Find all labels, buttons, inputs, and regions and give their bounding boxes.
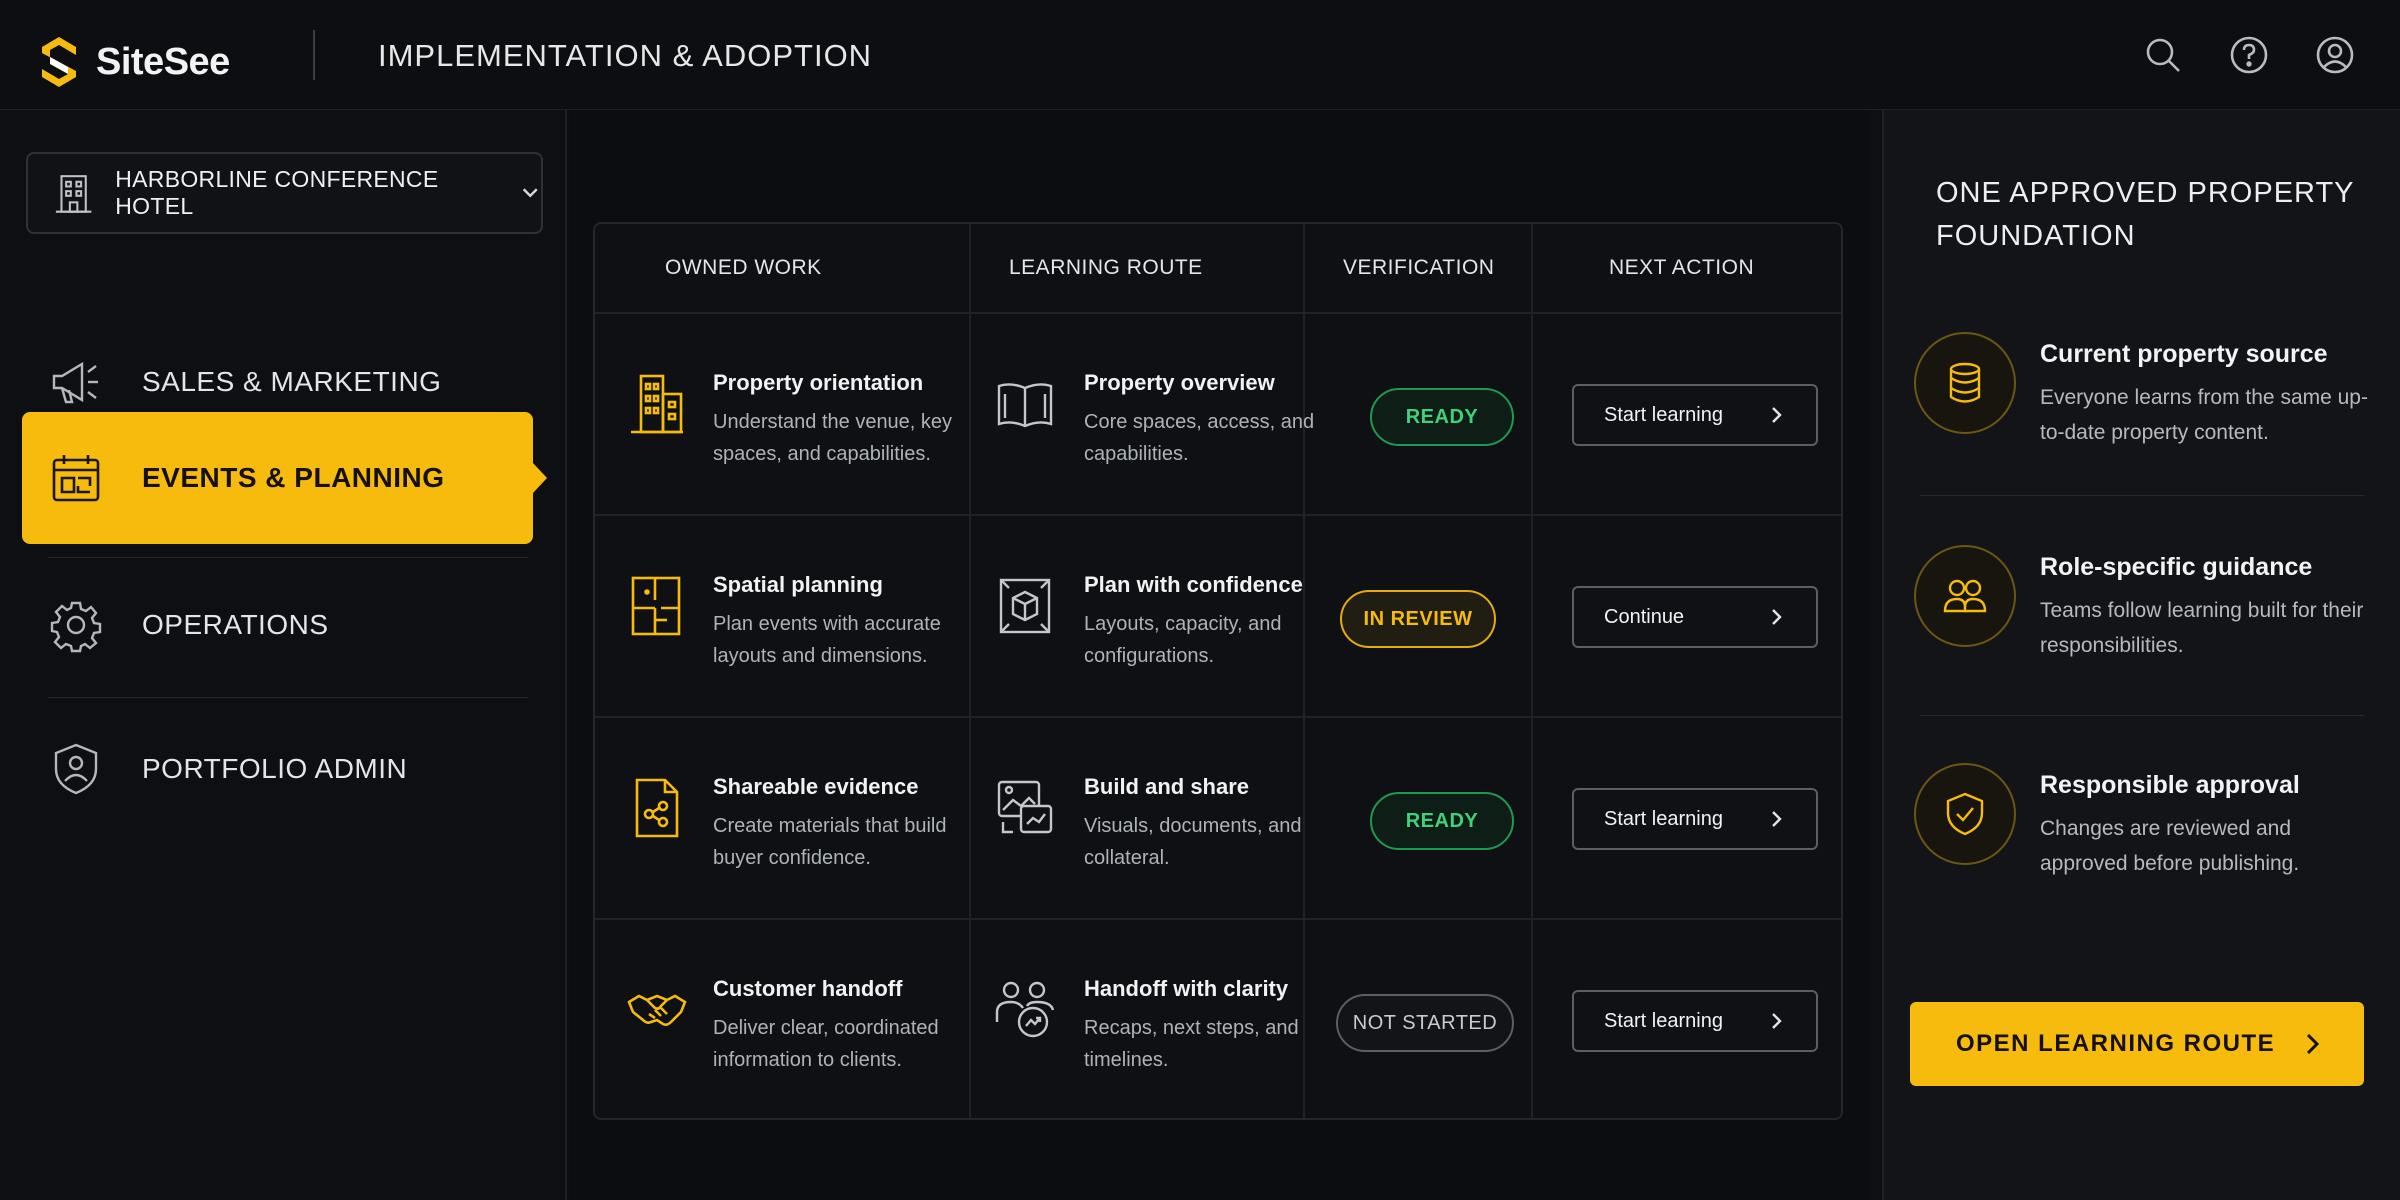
feature-responsible-approval: Responsible approval Changes are reviewe…	[1914, 763, 2384, 903]
feature-title: Role-specific guidance	[2040, 553, 2313, 581]
work-description: Plan events with accurate layouts and di…	[713, 613, 941, 667]
header-divider	[313, 30, 315, 80]
feature-divider	[1920, 715, 2364, 716]
start-learning-button[interactable]: Start learning	[1572, 788, 1818, 850]
shield-check-icon	[1946, 792, 1984, 836]
nav-divider	[48, 557, 528, 558]
chevron-right-icon	[1772, 1013, 1782, 1029]
table-row: Customer handoff Deliver clear, coordina…	[595, 920, 1841, 1122]
megaphone-icon	[52, 361, 98, 404]
nav-item-portfolio-admin[interactable]: PORTFOLIO ADMIN	[22, 704, 532, 834]
button-label: Start learning	[1604, 807, 1723, 830]
nav-item-events-planning[interactable]: EVENTS & PLANNING	[22, 412, 547, 544]
nav-label: EVENTS & PLANNING	[142, 462, 445, 493]
share-document-icon	[635, 778, 679, 838]
help-icon[interactable]	[2228, 34, 2270, 76]
chevron-right-icon	[2306, 1033, 2320, 1055]
property-selector[interactable]: HARBORLINE CONFERENCE HOTEL	[26, 152, 543, 234]
building-icon	[55, 175, 92, 213]
route-title: Plan with confidence	[1084, 572, 1303, 597]
image-share-icon	[997, 780, 1053, 834]
chevron-down-icon	[522, 188, 538, 198]
route-title: Handoff with clarity	[1084, 976, 1289, 1001]
route-title: Build and share	[1084, 774, 1250, 799]
top-bar: SiteSee IMPLEMENTATION & ADOPTION	[0, 0, 2400, 110]
route-description: Layouts, capacity, and configurations.	[1084, 613, 1282, 667]
button-label: OPEN LEARNING ROUTE	[1956, 1030, 2276, 1057]
column-header-learning-route: LEARNING ROUTE	[1009, 256, 1203, 279]
work-title: Shareable evidence	[713, 774, 919, 799]
search-icon[interactable]	[2142, 34, 2184, 76]
app-logo[interactable]: SiteSee	[34, 33, 230, 91]
database-icon	[1949, 362, 1981, 403]
nav-label: PORTFOLIO ADMIN	[142, 753, 408, 784]
feature-current-property-source: Current property source Everyone learns …	[1914, 332, 2384, 472]
people-exchange-icon	[995, 981, 1055, 1038]
property-name: HARBORLINE CONFERENCE HOTEL	[115, 166, 439, 219]
building-icon	[631, 374, 683, 434]
cube-icon	[999, 578, 1051, 634]
right-panel: ONE APPROVED PROPERTY FOUNDATION Current…	[1882, 110, 2400, 1200]
feature-icon-circle	[1914, 763, 2016, 865]
feature-description: Everyone learns from the same up-to-date…	[2040, 386, 2368, 444]
sidebar: HARBORLINE CONFERENCE HOTEL SALES & MARK…	[0, 110, 567, 1200]
column-header-verification: VERIFICATION	[1343, 256, 1495, 279]
panel-title: ONE APPROVED PROPERTY FOUNDATION	[1936, 177, 2354, 252]
status-badge: READY	[1370, 388, 1514, 446]
page-title: IMPLEMENTATION & ADOPTION	[378, 38, 873, 73]
work-description: Create materials that build buyer confid…	[713, 815, 947, 869]
book-icon	[997, 383, 1053, 428]
start-learning-button[interactable]: Start learning	[1572, 384, 1818, 446]
work-title: Spatial planning	[713, 572, 883, 597]
status-badge: READY	[1370, 792, 1514, 850]
feature-role-specific-guidance: Role-specific guidance Teams follow lear…	[1914, 545, 2384, 685]
status-badge: NOT STARTED	[1336, 994, 1514, 1052]
work-description: Understand the venue, key spaces, and ca…	[713, 411, 953, 465]
feature-description: Teams follow learning built for their re…	[2040, 599, 2364, 657]
shield-user-icon	[54, 743, 98, 795]
nav-item-operations[interactable]: OPERATIONS	[22, 560, 532, 690]
button-label: Continue	[1604, 605, 1685, 628]
feature-icon-circle	[1914, 545, 2016, 647]
route-description: Recaps, next steps, and timelines.	[1084, 1017, 1299, 1071]
feature-title: Current property source	[2040, 340, 2328, 368]
chevron-right-icon	[1772, 811, 1782, 827]
column-header-next-action: NEXT ACTION	[1609, 256, 1755, 279]
route-description: Visuals, documents, and collateral.	[1084, 815, 1302, 869]
gear-icon	[50, 601, 102, 653]
work-title: Customer handoff	[713, 976, 903, 1001]
button-label: Start learning	[1604, 1009, 1723, 1032]
status-badge: IN REVIEW	[1340, 590, 1496, 648]
sitesee-logo-icon	[42, 37, 76, 87]
table-row: Spatial planning Plan events with accura…	[595, 516, 1841, 718]
start-learning-button[interactable]: Start learning	[1572, 990, 1818, 1052]
users-icon	[1943, 579, 1987, 613]
account-icon[interactable]	[2314, 34, 2356, 76]
feature-description: Changes are reviewed and approved before…	[2040, 817, 2300, 875]
route-title: Property overview	[1084, 370, 1275, 395]
main-content: OWNED WORK LEARNING ROUTE VERIFICATION N…	[569, 110, 1869, 1200]
work-table: OWNED WORK LEARNING ROUTE VERIFICATION N…	[593, 222, 1843, 1120]
calendar-icon	[52, 455, 100, 502]
work-title: Property orientation	[713, 370, 924, 395]
open-learning-route-button[interactable]: OPEN LEARNING ROUTE	[1910, 1002, 2364, 1086]
nav-label: OPERATIONS	[142, 609, 329, 640]
continue-button[interactable]: Continue	[1572, 586, 1818, 648]
floorplan-icon	[631, 576, 681, 636]
table-row: Shareable evidence Create materials that…	[595, 718, 1841, 920]
feature-icon-circle	[1914, 332, 2016, 434]
handshake-icon	[627, 994, 687, 1026]
nav-label: SALES & MARKETING	[142, 366, 442, 397]
work-description: Deliver clear, coordinated information t…	[713, 1017, 939, 1071]
nav-divider	[48, 697, 528, 698]
column-header-owned-work: OWNED WORK	[665, 256, 822, 279]
route-description: Core spaces, access, and capabilities.	[1084, 411, 1315, 465]
table-row: Property orientation Understand the venu…	[595, 314, 1841, 516]
button-label: Start learning	[1604, 403, 1723, 426]
chevron-right-icon	[1772, 407, 1782, 423]
chevron-right-icon	[1772, 609, 1782, 625]
app-name: SiteSee	[96, 40, 230, 83]
feature-divider	[1920, 495, 2364, 496]
feature-title: Responsible approval	[2040, 771, 2300, 799]
